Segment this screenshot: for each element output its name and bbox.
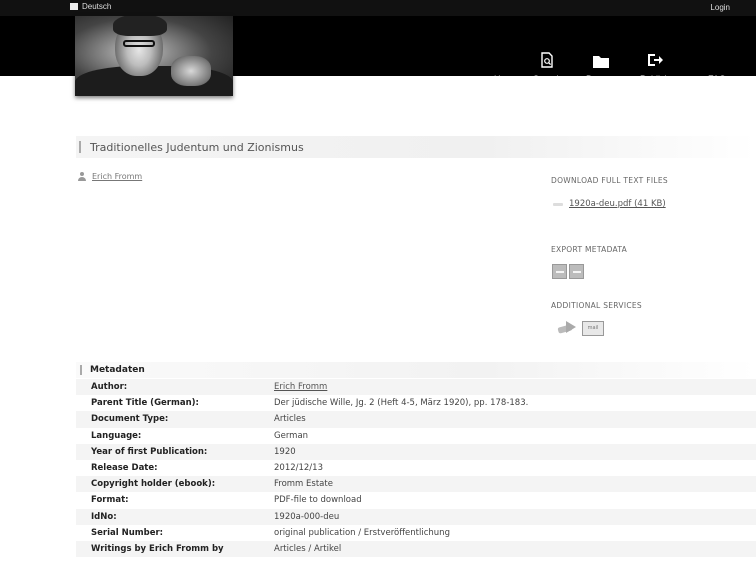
table-row: Copyright holder (ebook): Fromm Estate <box>76 476 756 493</box>
table-row: Document Type: Articles <box>76 411 756 428</box>
table-row: Writings by Erich Fromm by Articles / Ar… <box>76 540 756 558</box>
download-section: DOWNLOAD FULL TEXT FILES 1920a-deu.pdf (… <box>551 176 751 209</box>
metadata-value: Fromm Estate <box>274 479 333 490</box>
export-buttons <box>552 264 584 279</box>
export-heading: EXPORT METADATA <box>551 245 628 254</box>
metadata-value: PDF-file to download <box>274 495 362 506</box>
nav-home-label[interactable]: Home <box>494 74 518 84</box>
metadata-marker-icon <box>80 365 83 375</box>
metadata-key: Writings by Erich Fromm by <box>91 543 224 554</box>
login-link[interactable]: Login <box>710 3 730 12</box>
author-line: Erich Fromm <box>78 172 142 181</box>
metadata-key: Copyright holder (ebook): <box>91 479 216 490</box>
language-switch[interactable]: Deutsch <box>70 2 111 11</box>
metadata-key: Format: <box>91 495 129 506</box>
table-row: Language: German <box>76 428 756 444</box>
nav-browse[interactable]: Browse <box>586 50 616 84</box>
language-label[interactable]: Deutsch <box>82 2 111 11</box>
title-marker-icon <box>79 141 82 153</box>
mail-icon-label: mail <box>587 325 599 331</box>
table-row: Year of first Publication: 1920 <box>76 443 756 460</box>
metadata-heading-bar: Metadaten <box>76 362 756 378</box>
metadata-key: Year of first Publication: <box>91 446 208 457</box>
table-row: Release Date: 2012/12/13 <box>76 460 756 476</box>
download-file-row: 1920a-deu.pdf (41 KB) <box>553 199 751 209</box>
metadata-value: German <box>274 430 309 441</box>
metadata-value: Der jüdische Wille, Jg. 2 (Heft 4-5, Mär… <box>274 398 529 409</box>
table-row: Author: Erich Fromm <box>76 379 756 396</box>
table-row: Format: PDF-file to download <box>76 492 756 508</box>
metadata-value: 1920a-000-deu <box>274 511 340 522</box>
metadata-value: Articles / Artikel <box>274 543 342 554</box>
metadata-key: Document Type: <box>91 414 169 425</box>
download-heading: DOWNLOAD FULL TEXT FILES <box>551 176 668 185</box>
metadata-author-link[interactable]: Erich Fromm <box>274 382 327 392</box>
nav-publish-label[interactable]: Publish <box>640 74 670 84</box>
nav-faq-label[interactable]: FAQ <box>708 74 726 84</box>
nav-browse-label[interactable]: Browse <box>586 74 616 84</box>
metadata-value: Articles <box>274 414 306 425</box>
nav-search-label[interactable]: Search <box>533 74 562 84</box>
metadata-key: IdNo: <box>91 511 117 522</box>
metadata-value: 1920 <box>274 446 296 457</box>
author-link[interactable]: Erich Fromm <box>92 172 142 181</box>
pdf-file-icon <box>553 202 563 206</box>
additional-services-heading: ADDITIONAL SERVICES <box>551 301 642 310</box>
table-row: Serial Number: original publication / Er… <box>76 525 756 541</box>
export-ris-button[interactable] <box>569 264 584 279</box>
table-row: Parent Title (German): Der jüdische Will… <box>76 395 756 411</box>
search-document-icon <box>540 50 554 68</box>
export-bibtex-button[interactable] <box>552 264 567 279</box>
document-title-bar: Traditionelles Judentum und Zionismus <box>76 136 756 158</box>
metadata-key: Parent Title (German): <box>91 398 199 409</box>
document-title: Traditionelles Judentum und Zionismus <box>90 140 304 154</box>
metadata-value: original publication / Erstveröffentlich… <box>274 527 450 538</box>
metadata-key: Release Date: <box>91 463 158 474</box>
table-row: IdNo: 1920a-000-deu <box>76 508 756 525</box>
folder-icon <box>592 50 610 68</box>
metadata-key: Language: <box>91 430 142 441</box>
metadata-key: Serial Number: <box>91 527 164 538</box>
metadata-key: Author: <box>91 382 128 393</box>
nav-publish[interactable]: Publish <box>640 50 670 84</box>
additional-services: mail <box>556 320 604 336</box>
header-portrait <box>75 16 233 96</box>
nav-faq[interactable]: FAQ <box>708 50 726 84</box>
metadata-heading: Metadaten <box>90 365 145 375</box>
nav-search[interactable]: Search <box>533 50 562 84</box>
flag-icon <box>70 3 78 10</box>
person-icon <box>78 172 87 181</box>
nav-home[interactable]: Home <box>494 50 518 84</box>
download-file-link[interactable]: 1920a-deu.pdf (41 KB) <box>569 199 666 209</box>
top-bar: Deutsch Login <box>0 0 756 16</box>
share-icon[interactable] <box>556 320 578 336</box>
publish-icon <box>646 50 664 68</box>
metadata-table: Author: Erich Fromm Parent Title (German… <box>76 379 756 558</box>
mail-icon[interactable]: mail <box>582 320 604 336</box>
metadata-value: 2012/12/13 <box>274 463 323 474</box>
